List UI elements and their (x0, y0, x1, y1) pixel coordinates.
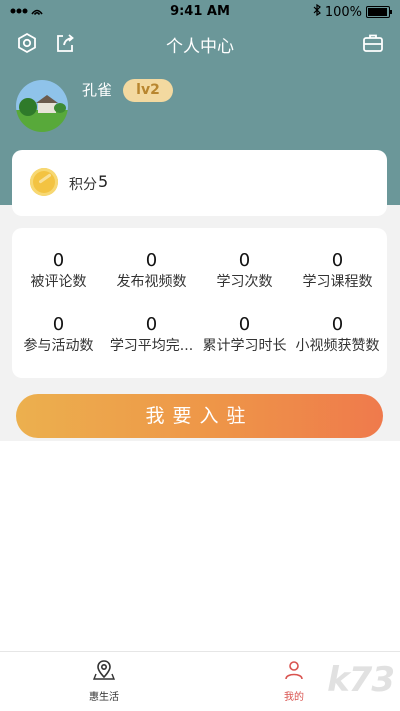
page-title: 个人中心 (166, 37, 234, 57)
tab-mine[interactable]: 我的 (254, 658, 334, 703)
briefcase-icon[interactable] (362, 32, 384, 54)
stat-value: 0 (52, 314, 65, 335)
stat-label: 学习次数 (216, 274, 273, 290)
level-badge: lv2 (123, 79, 173, 102)
avatar[interactable] (16, 80, 68, 132)
status-bar: 9:41 AM 100% (0, 0, 400, 24)
points-label: 积分 (69, 177, 97, 193)
stat-label: 学习平均完... (109, 338, 194, 354)
stat-value: 0 (145, 250, 158, 271)
coin-icon (30, 168, 58, 196)
battery-percent: 100% (324, 4, 362, 20)
bluetooth-icon (313, 3, 321, 20)
stat-item[interactable]: 0 参与活动数 (12, 314, 105, 356)
stat-item[interactable]: 0 学习平均完... (105, 314, 198, 356)
stat-value: 0 (238, 250, 251, 271)
battery-icon (366, 6, 392, 18)
stat-value: 0 (145, 314, 158, 335)
stat-value: 0 (238, 314, 251, 335)
stat-item[interactable]: 0 累计学习时长 (198, 314, 291, 356)
tab-life[interactable]: 惠生活 (64, 658, 144, 703)
tab-label: 惠生活 (89, 692, 119, 703)
stat-item[interactable]: 0 学习课程数 (291, 250, 384, 292)
header: 个人中心 (0, 24, 400, 62)
stat-label: 学习课程数 (302, 274, 373, 290)
stat-label: 小视频获赞数 (295, 338, 380, 354)
stat-value: 0 (331, 314, 344, 335)
user-icon (282, 661, 306, 686)
watermark-logo: k73 (327, 660, 395, 700)
tab-label: 我的 (284, 692, 304, 703)
join-button[interactable]: 我要入驻 (16, 394, 383, 438)
points-value: 5 (98, 172, 109, 191)
stat-item[interactable]: 0 小视频获赞数 (291, 314, 384, 356)
stat-item[interactable]: 0 发布视频数 (105, 250, 198, 292)
stat-item[interactable]: 0 学习次数 (198, 250, 291, 292)
stats-card: 0 被评论数 0 发布视频数 0 学习次数 0 学习课程数 0 参与活动数 0 … (12, 228, 387, 378)
map-pin-icon (92, 660, 116, 686)
username: 孔雀 (82, 81, 113, 99)
stat-label: 被评论数 (30, 274, 87, 290)
stat-item[interactable]: 0 被评论数 (12, 250, 105, 292)
stat-value: 0 (52, 250, 65, 271)
status-right: 100% (313, 3, 392, 20)
stat-label: 累计学习时长 (202, 338, 287, 354)
points-card[interactable]: 积分 5 (12, 150, 387, 216)
stat-value: 0 (331, 250, 344, 271)
stat-label: 发布视频数 (116, 274, 187, 290)
stat-label: 参与活动数 (23, 338, 94, 354)
